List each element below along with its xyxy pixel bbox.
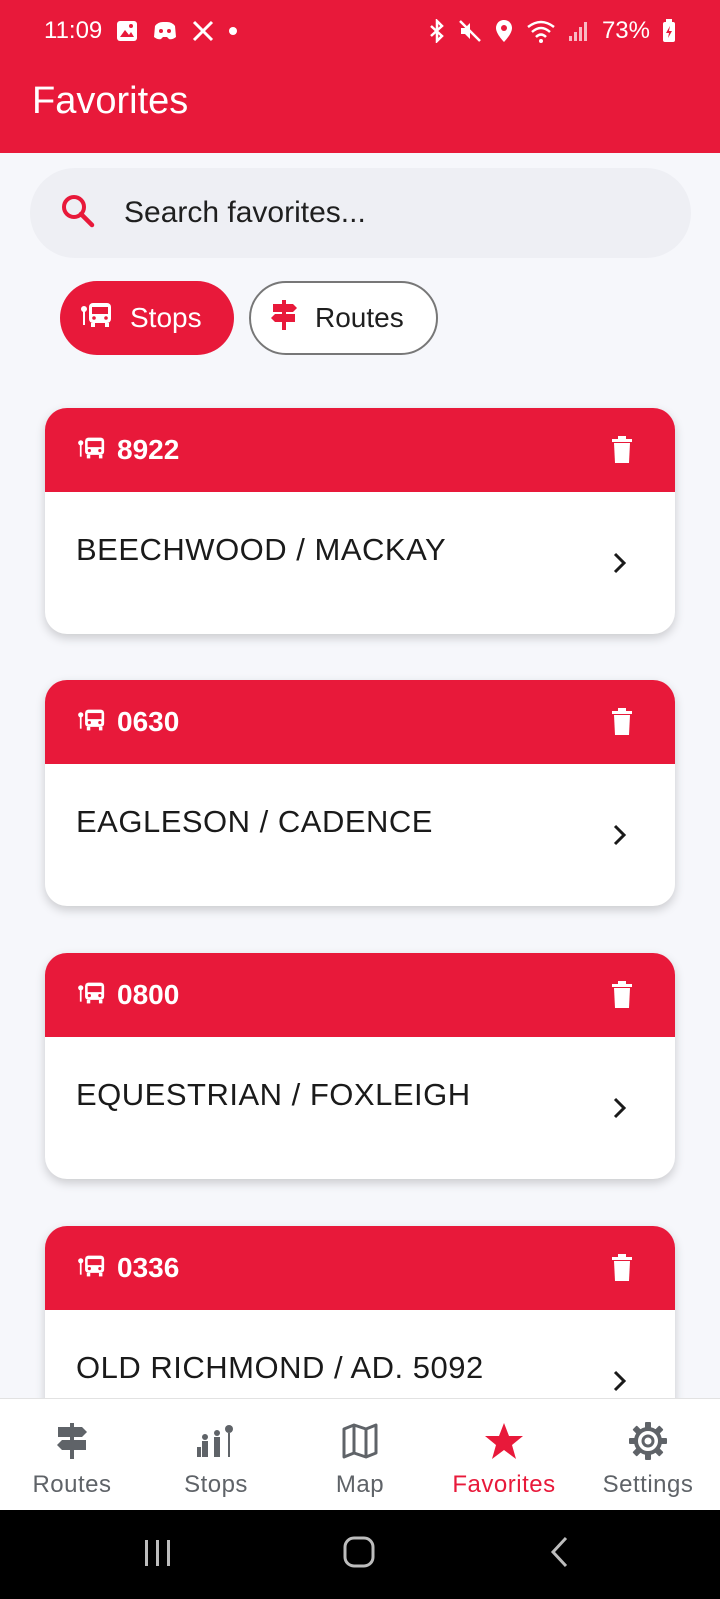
card-header: 0630 bbox=[45, 680, 675, 764]
signpost-icon bbox=[54, 1419, 90, 1463]
nav-settings[interactable]: Settings bbox=[576, 1399, 720, 1510]
chevron-right-icon[interactable] bbox=[613, 552, 627, 579]
bluetooth-icon bbox=[428, 19, 446, 43]
bus-stop-icon bbox=[77, 1253, 107, 1284]
nav-label: Favorites bbox=[452, 1471, 556, 1498]
recent-apps-button[interactable] bbox=[142, 1532, 174, 1572]
discord-icon bbox=[152, 20, 178, 42]
bus-stop-icon bbox=[77, 707, 107, 738]
chevron-right-icon[interactable] bbox=[613, 824, 627, 851]
card-header: 8922 bbox=[45, 408, 675, 492]
status-bar: 11:09 73% bbox=[0, 0, 720, 62]
nav-routes[interactable]: Routes bbox=[0, 1399, 144, 1510]
favorites-list[interactable]: 8922 BEECHWOOD / MACKAY 0630 EAGLESON / … bbox=[0, 380, 720, 1398]
signal-icon bbox=[568, 20, 590, 42]
search-bar[interactable]: Search favorites... bbox=[30, 168, 691, 258]
battery-icon bbox=[662, 19, 676, 43]
favorite-card[interactable]: 0630 EAGLESON / CADENCE bbox=[45, 680, 675, 906]
filter-chip-label: Routes bbox=[315, 302, 404, 333]
card-header: 0336 bbox=[45, 1226, 675, 1310]
nav-map[interactable]: Map bbox=[288, 1399, 432, 1510]
card-body[interactable]: OLD RICHMOND / AD. 5092 bbox=[45, 1310, 675, 1398]
star-icon bbox=[484, 1419, 524, 1463]
filter-chip-stops[interactable]: Stops bbox=[60, 281, 234, 355]
gallery-icon bbox=[116, 20, 138, 42]
system-navigation-bar bbox=[0, 1510, 720, 1599]
stop-name: OLD RICHMOND / AD. 5092 bbox=[76, 1350, 484, 1385]
nav-label: Map bbox=[335, 1471, 385, 1498]
bus-stop-icon bbox=[80, 300, 114, 337]
x-icon bbox=[192, 20, 214, 42]
status-time: 11:09 bbox=[44, 17, 103, 44]
card-body[interactable]: EAGLESON / CADENCE bbox=[45, 764, 675, 906]
stop-id: 0336 bbox=[117, 1252, 180, 1283]
delete-favorite-button[interactable] bbox=[611, 1254, 633, 1282]
map-icon bbox=[341, 1419, 379, 1463]
delete-favorite-button[interactable] bbox=[611, 436, 633, 464]
page-title: Favorites bbox=[32, 80, 189, 122]
nav-stops[interactable]: Stops bbox=[144, 1399, 288, 1510]
search-input[interactable]: Search favorites... bbox=[124, 196, 366, 230]
chevron-right-icon[interactable] bbox=[613, 1370, 627, 1397]
wifi-icon bbox=[526, 19, 556, 43]
favorite-card[interactable]: 0800 EQUESTRIAN / FOXLEIGH bbox=[45, 953, 675, 1179]
stop-name: EAGLESON / CADENCE bbox=[76, 804, 433, 839]
stop-name: BEECHWOOD / MACKAY bbox=[76, 532, 447, 567]
card-body[interactable]: BEECHWOOD / MACKAY bbox=[45, 492, 675, 634]
signpost-icon bbox=[269, 299, 299, 338]
card-header: 0800 bbox=[45, 953, 675, 1037]
battery-text: 73% bbox=[601, 17, 650, 44]
nav-favorites[interactable]: Favorites bbox=[432, 1399, 576, 1510]
chevron-right-icon[interactable] bbox=[613, 1097, 627, 1124]
bus-stop-icon bbox=[77, 980, 107, 1011]
stop-name: EQUESTRIAN / FOXLEIGH bbox=[76, 1077, 471, 1112]
search-icon bbox=[60, 193, 96, 234]
stop-id: 0800 bbox=[117, 979, 180, 1010]
bottom-navigation: Routes Stops Map Favorites Settings bbox=[0, 1398, 720, 1510]
delete-favorite-button[interactable] bbox=[611, 981, 633, 1009]
gear-icon bbox=[628, 1419, 668, 1463]
dot-icon bbox=[228, 26, 238, 36]
nav-label: Settings bbox=[602, 1471, 694, 1498]
filter-chip-routes[interactable]: Routes bbox=[249, 281, 438, 355]
card-body[interactable]: EQUESTRIAN / FOXLEIGH bbox=[45, 1037, 675, 1179]
app-bar: 11:09 73% Favorites bbox=[0, 0, 720, 153]
mute-icon bbox=[458, 19, 482, 43]
back-button[interactable] bbox=[548, 1532, 572, 1572]
favorite-card[interactable]: 8922 BEECHWOOD / MACKAY bbox=[45, 408, 675, 634]
bus-stop-icon bbox=[77, 435, 107, 466]
delete-favorite-button[interactable] bbox=[611, 708, 633, 736]
favorite-card[interactable]: 0336 OLD RICHMOND / AD. 5092 bbox=[45, 1226, 675, 1398]
stop-id: 8922 bbox=[117, 434, 180, 465]
nav-label: Routes bbox=[32, 1471, 112, 1498]
stop-id: 0630 bbox=[117, 706, 180, 737]
location-icon bbox=[494, 19, 514, 43]
home-button[interactable] bbox=[342, 1532, 378, 1572]
people-at-stop-icon bbox=[195, 1419, 237, 1463]
nav-label: Stops bbox=[184, 1471, 248, 1498]
filter-chip-label: Stops bbox=[130, 302, 202, 333]
